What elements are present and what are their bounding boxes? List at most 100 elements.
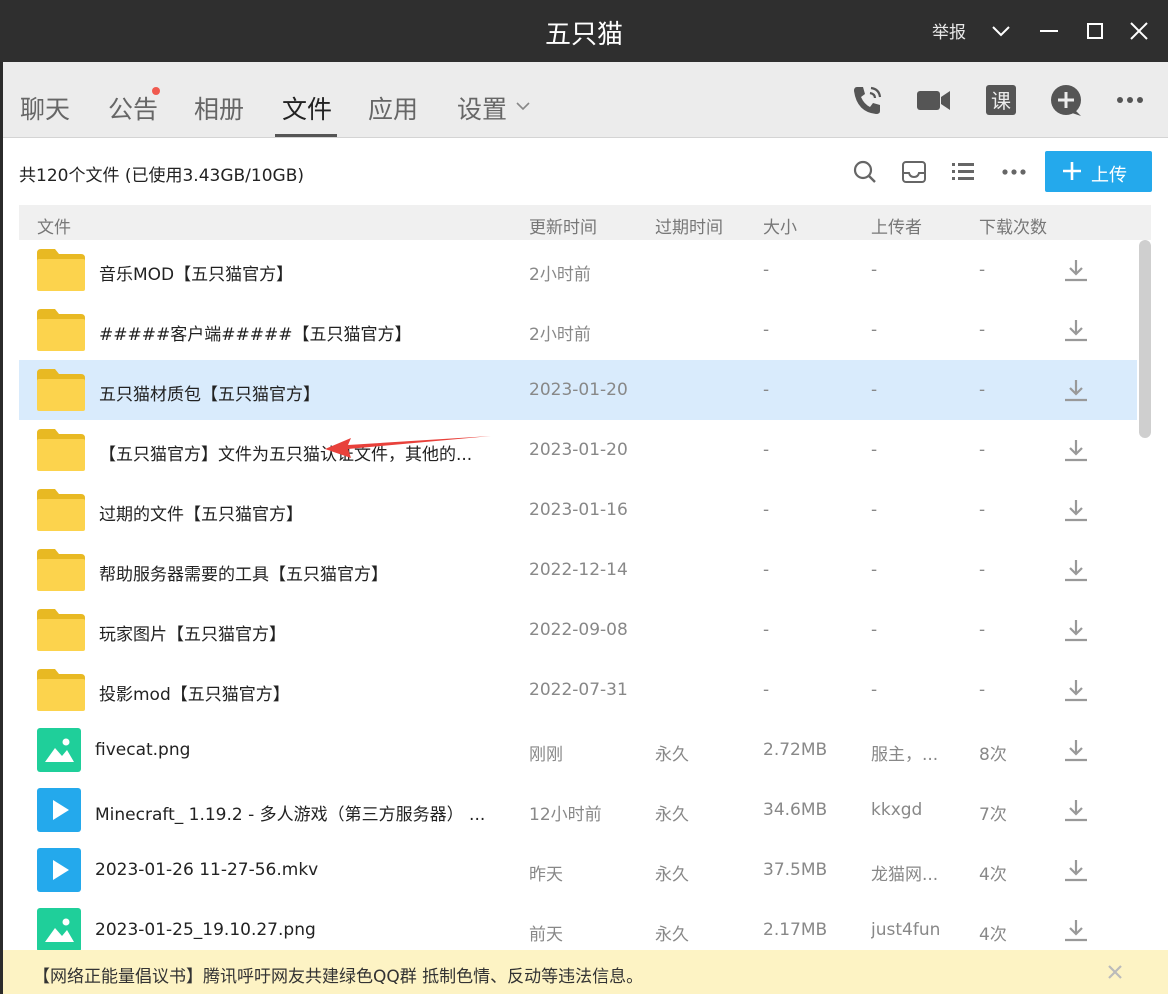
file-size: -: [763, 380, 770, 400]
table-row[interactable]: #####客户端#####【五只猫官方】 2小时前 - - -: [19, 300, 1137, 360]
folder-icon: [37, 549, 85, 591]
download-count: -: [979, 260, 986, 280]
download-icon[interactable]: [1063, 677, 1089, 703]
header-uploader[interactable]: 上传者: [871, 213, 922, 238]
table-row[interactable]: 过期的文件【五只猫官方】 2023-01-16 - - -: [19, 480, 1137, 540]
video-file-icon: [37, 788, 81, 832]
more-icon[interactable]: [1113, 82, 1149, 118]
tab-settings[interactable]: 设置: [457, 90, 507, 126]
table-row[interactable]: 投影mod【五只猫官方】 2022-07-31 - - -: [19, 660, 1137, 720]
tab-apps[interactable]: 应用: [368, 90, 418, 126]
close-icon[interactable]: [1106, 963, 1124, 981]
list-view-icon[interactable]: [949, 158, 977, 186]
download-count: -: [979, 680, 986, 700]
updated-time: 昨天: [529, 865, 563, 885]
download-icon[interactable]: [1063, 377, 1089, 403]
table-row[interactable]: 玩家图片【五只猫官方】 2022-09-08 - - -: [19, 600, 1137, 660]
table-row[interactable]: 音乐MOD【五只猫官方】 2小时前 - - -: [19, 240, 1137, 300]
group-window: 聊天 公告 相册 文件 应用 设置 课 共120个文件 (已使用3.43GB/1…: [3, 62, 1168, 994]
download-icon[interactable]: [1063, 437, 1089, 463]
file-name[interactable]: 玩家图片【五只猫官方】: [99, 620, 499, 645]
table-row[interactable]: 五只猫材质包【五只猫官方】 2023-01-20 - - -: [19, 360, 1137, 420]
download-icon[interactable]: [1063, 857, 1089, 883]
report-button[interactable]: 举报: [932, 18, 966, 43]
updated-time: 前天: [529, 925, 563, 945]
file-name[interactable]: fivecat.png: [95, 740, 495, 760]
folder-icon: [37, 609, 85, 651]
file-name[interactable]: 帮助服务器需要的工具【五只猫官方】: [99, 560, 499, 585]
header-expire[interactable]: 过期时间: [655, 213, 723, 238]
download-icon[interactable]: [1063, 797, 1089, 823]
video-call-icon[interactable]: [915, 82, 951, 118]
file-name[interactable]: 2023-01-25_19.10.27.png: [95, 920, 495, 940]
download-icon[interactable]: [1063, 257, 1089, 283]
class-icon[interactable]: 课: [983, 82, 1019, 118]
search-icon[interactable]: [851, 158, 879, 186]
image-file-icon: [37, 728, 81, 772]
uploader: 龙猫网...: [871, 865, 939, 885]
tab-announcement[interactable]: 公告: [108, 90, 158, 126]
header-file[interactable]: 文件: [37, 213, 71, 238]
updated-time: 2023-01-20: [529, 440, 628, 460]
table-row[interactable]: Minecraft_ 1.19.2 - 多人游戏（第三方服务器） ... 12小时…: [19, 780, 1137, 840]
image-file-icon: [37, 908, 81, 952]
add-app-icon[interactable]: [1048, 82, 1084, 118]
download-icon[interactable]: [1063, 317, 1089, 343]
table-row[interactable]: 2023-01-26 11-27-56.mkv 昨天 永久 37.5MB 龙猫网... 4…: [19, 840, 1137, 900]
download-icon[interactable]: [1063, 917, 1089, 943]
folder-icon: [37, 249, 85, 291]
minimize-icon[interactable]: [1034, 16, 1064, 46]
updated-time: 2023-01-16: [529, 500, 628, 520]
header-updated[interactable]: 更新时间: [529, 213, 597, 238]
scrollbar-thumb[interactable]: [1139, 240, 1151, 438]
unread-dot: [152, 87, 160, 95]
header-downloads[interactable]: 下载次数: [979, 213, 1047, 238]
file-name[interactable]: 音乐MOD【五只猫官方】: [99, 260, 499, 285]
updated-time: 2小时前: [529, 265, 591, 285]
uploader: -: [871, 260, 878, 280]
download-icon[interactable]: [1063, 557, 1089, 583]
download-icon[interactable]: [1063, 737, 1089, 763]
header-size[interactable]: 大小: [763, 213, 797, 238]
file-size: -: [763, 440, 770, 460]
file-name[interactable]: 五只猫材质包【五只猫官方】: [99, 380, 499, 405]
table-row[interactable]: fivecat.png 刚刚 永久 2.72MB 服主，... 8次: [19, 720, 1137, 780]
file-table-header: 文件 更新时间 过期时间 大小 上传者 下载次数: [19, 205, 1151, 240]
file-list: 音乐MOD【五只猫官方】 2小时前 - - - #####客户端#####【五只猫官方】 2…: [19, 240, 1137, 960]
download-icon[interactable]: [1063, 497, 1089, 523]
chevron-down-icon[interactable]: [515, 98, 531, 114]
more-options-icon[interactable]: [1000, 158, 1028, 186]
expire-time: 永久: [655, 865, 689, 885]
chevron-down-icon[interactable]: [986, 16, 1016, 46]
file-size: -: [763, 260, 770, 280]
close-icon[interactable]: [1124, 16, 1154, 46]
active-tab-indicator: [275, 134, 337, 137]
file-name[interactable]: 投影mod【五只猫官方】: [99, 680, 499, 705]
download-count: 8次: [979, 745, 1007, 765]
uploader: 服主，...: [871, 745, 939, 765]
file-size: -: [763, 500, 770, 520]
file-name[interactable]: 2023-01-26 11-27-56.mkv: [95, 860, 495, 880]
uploader: -: [871, 560, 878, 580]
tab-files[interactable]: 文件: [282, 90, 332, 126]
maximize-icon[interactable]: [1080, 16, 1110, 46]
uploader: kkxgd: [871, 800, 923, 820]
expire-time: 永久: [655, 745, 689, 765]
tab-album[interactable]: 相册: [194, 90, 244, 126]
inbox-icon[interactable]: [900, 158, 928, 186]
download-icon[interactable]: [1063, 617, 1089, 643]
uploader: just4fun: [871, 920, 941, 940]
table-row[interactable]: 帮助服务器需要的工具【五只猫官方】 2022-12-14 - - -: [19, 540, 1137, 600]
updated-time: 2023-01-20: [529, 380, 628, 400]
tab-chat[interactable]: 聊天: [20, 90, 70, 126]
file-name[interactable]: Minecraft_ 1.19.2 - 多人游戏（第三方服务器） ...: [95, 800, 495, 825]
table-row[interactable]: 【五只猫官方】文件为五只猫认证文件，其他的... 2023-01-20- - -: [19, 420, 1137, 480]
download-count: -: [979, 500, 986, 520]
upload-button[interactable]: 上传: [1045, 151, 1152, 192]
file-name[interactable]: #####客户端#####【五只猫官方】: [99, 320, 499, 345]
file-name[interactable]: 过期的文件【五只猫官方】: [99, 500, 499, 525]
phone-call-icon[interactable]: [849, 82, 885, 118]
updated-time: 2小时前: [529, 325, 591, 345]
nav-bar: 聊天 公告 相册 文件 应用 设置 课: [3, 62, 1168, 138]
file-size: 2.17MB: [763, 920, 828, 940]
